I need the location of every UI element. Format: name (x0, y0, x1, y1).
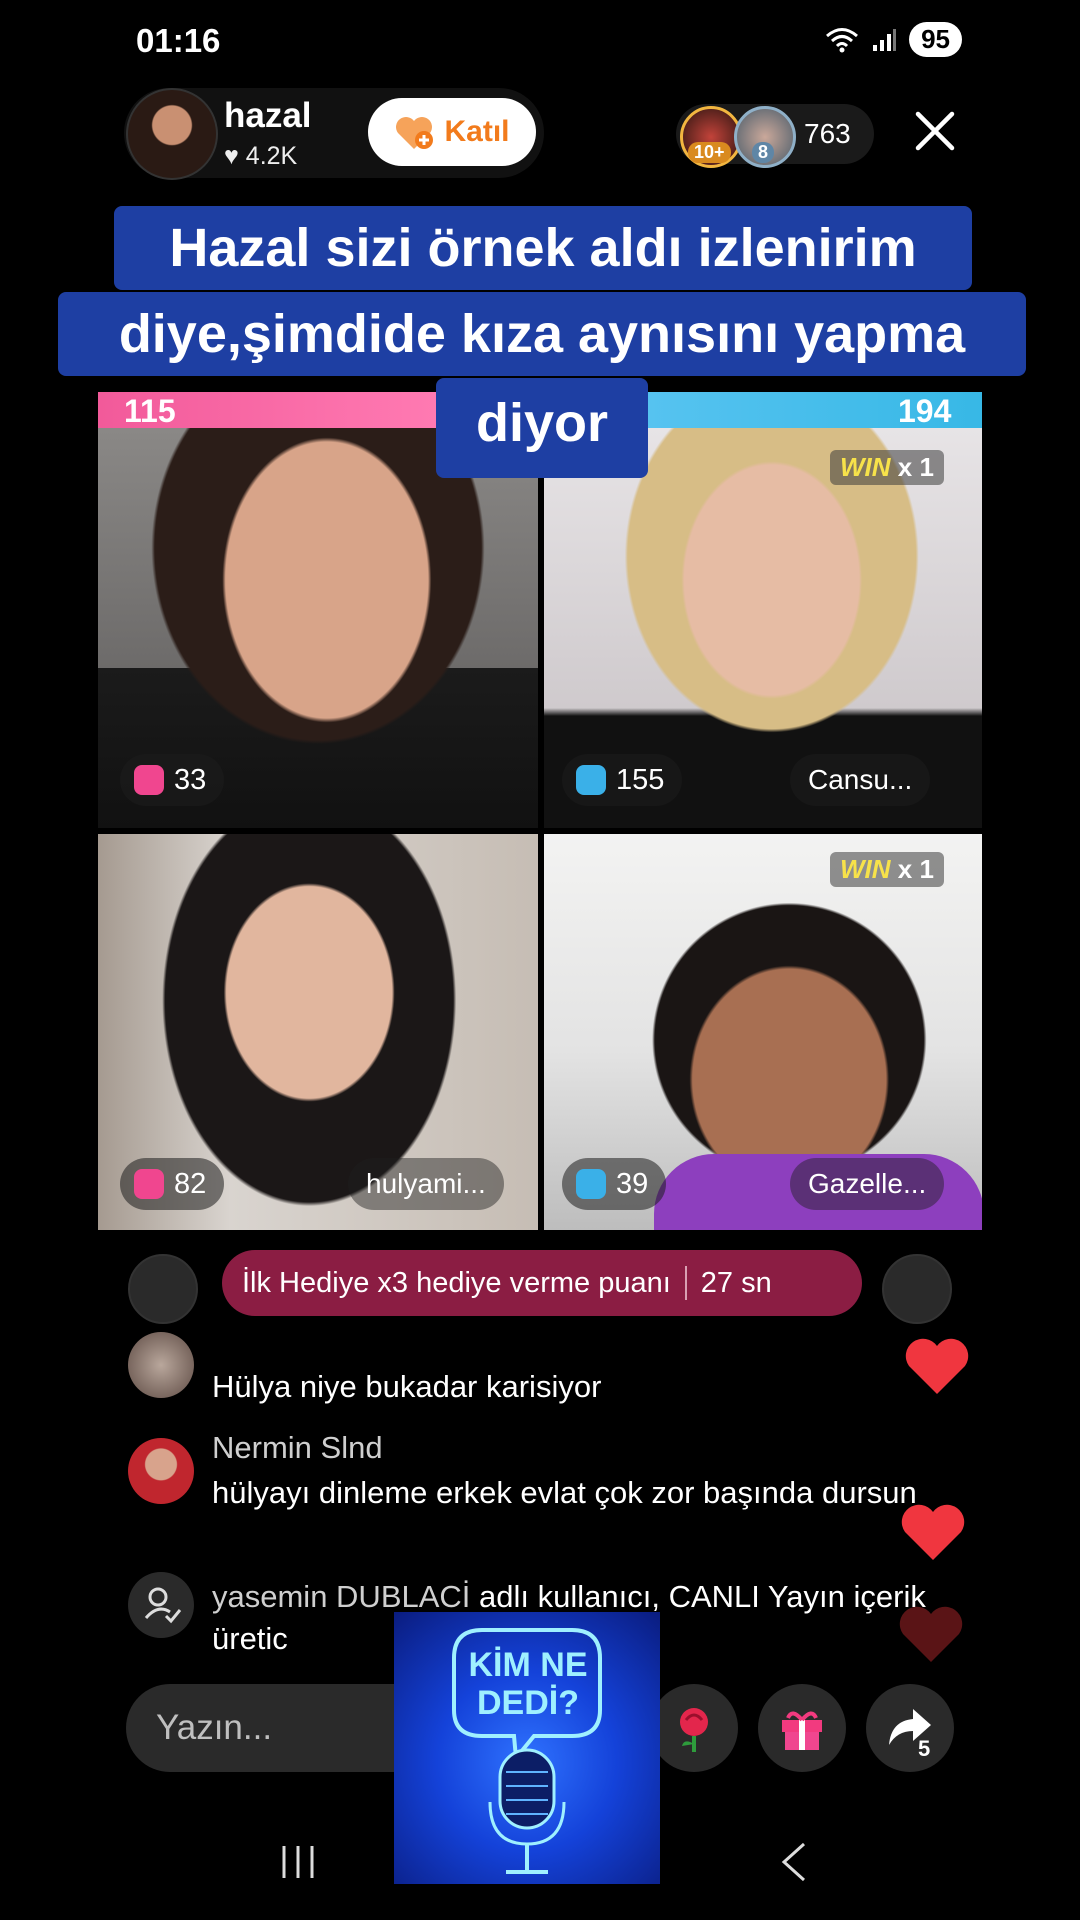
logo-line-1: KİM NE (468, 1646, 588, 1684)
win-multiplier: x 1 (897, 854, 934, 884)
battle-score-right: 194 (898, 393, 952, 429)
win-badge-tile-4: WIN x 1 (830, 852, 944, 887)
gift-box-icon (134, 1169, 164, 1199)
rose-gift-button[interactable] (650, 1684, 738, 1772)
chat-message-2: hülyayı dinleme erkek evlat çok zor başı… (212, 1475, 917, 1510)
host-likes: ♥ 4.2K (224, 142, 297, 171)
caption-line-2: diye,şimdide kıza aynısını yapma (58, 292, 1026, 376)
wifi-icon (826, 27, 859, 52)
battery-level: 95 (909, 22, 962, 57)
heart-icon (905, 1338, 969, 1394)
gift-box-icon (134, 765, 164, 795)
gift-count-tile-1[interactable]: 33 (120, 754, 225, 806)
rose-icon (680, 1708, 708, 1752)
gift-count-tile-3[interactable]: 82 (120, 1158, 225, 1210)
heart-plus-icon (394, 113, 436, 151)
heart-icon (901, 1504, 965, 1560)
viewer-count[interactable]: 763 (804, 118, 851, 150)
join-label: Katıl (444, 115, 510, 148)
status-icons: 95 (825, 22, 962, 57)
caption-line-1: Hazal sizi örnek aldı izlenirim (114, 206, 972, 290)
back-icon[interactable] (780, 1840, 808, 1884)
gift-count-tile-4[interactable]: 39 (562, 1158, 667, 1210)
chat-username-2[interactable]: Nermin Slnd (212, 1430, 383, 1466)
win-word: WIN (840, 854, 891, 884)
gift-bonus-text: İlk Hediye x3 hediye verme puanı (242, 1266, 671, 1299)
join-button[interactable]: Katıl (368, 98, 536, 166)
gift-count: 33 (174, 763, 207, 796)
tile-3-username[interactable]: hulyami... (348, 1158, 504, 1210)
heart-icon: ♥ (224, 142, 239, 170)
chat-username-3[interactable]: yasemin DUBLACİ (212, 1579, 470, 1614)
logo-line-2: DEDİ? (477, 1684, 579, 1722)
host-name[interactable]: hazal (224, 96, 312, 136)
comment-placeholder: Yazın... (156, 1708, 273, 1747)
tile-4-username[interactable]: Gazelle... (790, 1158, 945, 1210)
chat-avatar-1[interactable] (128, 1332, 194, 1398)
win-badge-tile-2: WIN x 1 (830, 450, 944, 485)
divider (684, 1266, 687, 1300)
win-word: WIN (840, 452, 891, 482)
gift-count-tile-2[interactable]: 155 (562, 754, 683, 806)
close-icon[interactable] (912, 108, 958, 154)
signal-icon (873, 28, 897, 51)
user-check-icon (144, 1587, 182, 1624)
heart-icon (899, 1606, 963, 1662)
recent-apps-icon[interactable] (278, 1842, 318, 1882)
gift-box-icon (576, 1169, 606, 1199)
gift-count: 39 (616, 1167, 649, 1200)
host-avatar[interactable] (126, 88, 218, 180)
logo-text: KİM NE DEDİ? (440, 1646, 616, 1722)
battle-score-left: 115 (124, 393, 176, 429)
gift-bonus-timer: 27 sn (700, 1266, 772, 1299)
tile-2-username[interactable]: Cansu... (790, 754, 931, 806)
share-count: 5 (918, 1736, 931, 1761)
gift-box-icon (576, 765, 606, 795)
caption-line-3: diyor (436, 378, 648, 478)
gifter-avatar-1[interactable] (128, 1254, 198, 1324)
gift-icon (782, 1711, 822, 1750)
gift-button[interactable] (758, 1684, 846, 1772)
gifter-avatar-2[interactable] (882, 1254, 952, 1324)
gift-count: 155 (616, 763, 665, 796)
share-button[interactable] (866, 1684, 954, 1772)
host-likes-count: 4.2K (245, 142, 298, 170)
chat-avatar-2[interactable] (128, 1438, 194, 1504)
chat-avatar-3 (128, 1572, 194, 1638)
status-time: 01:16 (136, 22, 221, 59)
top-viewer-badge-1: 10+ (688, 142, 731, 163)
gift-bonus-banner[interactable]: İlk Hediye x3 hediye verme puanı 27 sn (222, 1250, 862, 1316)
top-viewer-badge-2: 8 (752, 142, 775, 163)
gift-count: 82 (174, 1167, 207, 1200)
chat-message-1: Hülya niye bukadar karisiyor (212, 1369, 602, 1404)
win-multiplier: x 1 (897, 452, 934, 482)
